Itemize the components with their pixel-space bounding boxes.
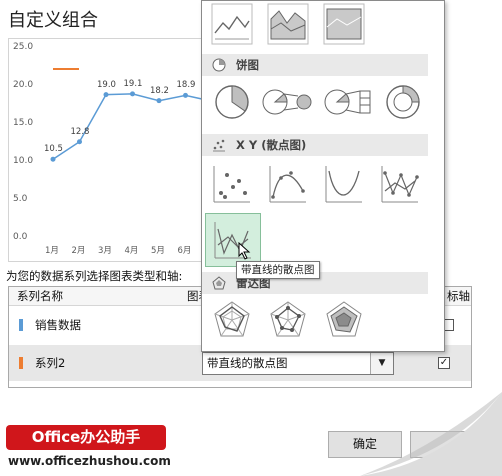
page-curl-decoration [360,392,502,476]
pie-category-icon [212,58,226,72]
x-tick-label: 4月 [124,246,139,256]
x-tick-label: 6月 [177,246,192,256]
y-tick-label: 0.0 [13,232,28,242]
filled-radar-icon[interactable] [323,299,365,341]
radar-markers-icon[interactable] [267,299,309,341]
category-label: X Y (散点图) [236,138,307,152]
data-label: 19.0 [97,79,116,90]
series-name: 销售数据 [35,318,81,332]
chart-type-select[interactable]: 带直线的散点图 ▼ [202,352,394,375]
header-secondary-axis: 标轴 [447,289,470,303]
scatter-smooth-markers-icon[interactable] [267,163,309,205]
header-series-name: 系列名称 [17,289,63,303]
data-point [156,98,162,104]
series-section-label: 为您的数据系列选择图表类型和轴: [6,269,183,283]
series-name: 系列2 [35,356,66,370]
pie-chart-icon[interactable] [211,81,253,123]
data-label: 19.1 [123,78,143,89]
data-label: 10.5 [44,144,63,155]
x-tick-label: 5月 [151,246,165,256]
scatter-smooth-lines-icon[interactable] [323,163,365,205]
series-color-swatch [19,319,23,331]
chart-plot [50,68,209,162]
dropdown-arrow-icon[interactable]: ▼ [370,353,393,374]
y-tick-label: 20.0 [13,80,34,90]
chart-type-tooltip: 带直线的散点图 [236,261,320,279]
data-label: 18.2 [150,85,169,96]
bar-of-pie-icon[interactable] [322,81,376,123]
chart-preview: 25.0 20.0 15.0 10.0 5.0 0.0 1月 2月 3月 4月 5月 6月 10.5 12… [8,38,210,262]
x-tick-label: 1月 [45,246,59,256]
secondary-axis-checkbox[interactable]: ✓ [438,357,450,369]
pie-of-pie-icon[interactable] [260,81,314,123]
category-header-scatter: X Y (散点图) [202,134,428,156]
radar-chart-icon[interactable] [211,299,253,341]
scatter-chart-icon[interactable] [211,163,253,205]
radar-category-icon [212,276,226,290]
y-tick-label: 10.0 [13,156,34,166]
data-label: 18.9 [176,80,196,91]
data-point [183,92,188,98]
y-tick-label: 15.0 [13,118,34,128]
y-tick-label: 5.0 [13,194,28,204]
scatter-straight-markers-icon[interactable] [379,163,421,205]
series-color-swatch [19,357,23,369]
category-header-pie: 饼图 [202,54,428,76]
scatter-category-icon [213,139,225,152]
data-point [103,92,109,98]
scatter-straight-lines-option[interactable] [205,213,261,267]
chart-type-value: 带直线的散点图 [207,356,288,370]
x-tick-label: 3月 [98,246,112,256]
data-point [50,156,56,162]
data-point [77,139,82,145]
brand-logo: Office办公助手 [6,425,166,450]
mouse-cursor-icon [238,242,251,260]
y-tick-label: 25.0 [13,42,34,52]
data-point [130,91,135,97]
x-tick-label: 2月 [71,246,86,256]
area-chart-icon[interactable] [211,3,253,45]
chart-type-gallery: 饼图 X Y (散点图) 雷达图 [201,0,445,352]
percent-area-chart-icon[interactable] [323,3,365,45]
category-label: 饼图 [236,58,259,72]
brand-url: www.officezhushou.com [8,454,171,468]
data-label: 12.8 [70,126,90,137]
dialog-title: 自定义组合 [8,10,98,31]
stacked-area-chart-icon[interactable] [267,3,309,45]
doughnut-chart-icon[interactable] [382,81,424,123]
